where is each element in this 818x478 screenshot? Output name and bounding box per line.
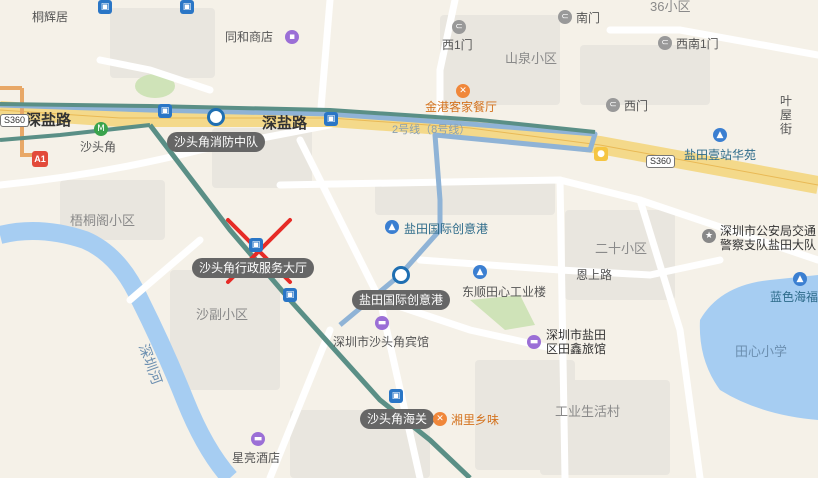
label-tianxin-school: 田心小学 xyxy=(735,344,788,359)
label-enshang: 恩上路 xyxy=(576,268,613,282)
pill-yantian-intl[interactable]: 盐田国际创意港 xyxy=(352,290,451,310)
map-canvas[interactable]: 桐辉居 同和商店 ▪ ⊂ 西1门 ⊂ 南门 36小区 ⊂ 西南1门 山泉小区 ✕… xyxy=(0,0,818,478)
label-tonghuiju: 桐辉居 xyxy=(32,10,69,24)
landmark-icon[interactable]: ▲ xyxy=(473,265,487,279)
bus-icon[interactable]: ▣ xyxy=(283,288,297,302)
hotel-icon[interactable]: ▬ xyxy=(251,432,265,446)
bus-icon[interactable]: ▣ xyxy=(180,0,194,14)
bus-icon[interactable]: ▣ xyxy=(249,238,263,252)
landmark-icon[interactable]: ▲ xyxy=(385,220,399,234)
label-nanmen[interactable]: 南门 xyxy=(576,11,600,25)
gate-icon[interactable]: ⊂ xyxy=(658,36,672,50)
label-xingliang[interactable]: 星亮酒店 xyxy=(232,451,280,465)
food-icon[interactable]: ✕ xyxy=(433,412,447,426)
label-xiangli[interactable]: 湘里乡味 xyxy=(451,413,499,427)
label-ershi: 二十小区 xyxy=(595,241,648,256)
label-wutongge: 梧桐阁小区 xyxy=(70,213,136,228)
bus-icon[interactable]: ▣ xyxy=(389,389,403,403)
label-binguan[interactable]: 深圳市沙头角宾馆 xyxy=(333,335,429,349)
police-icon[interactable]: ★ xyxy=(702,229,716,243)
hotel-icon[interactable]: ▬ xyxy=(527,335,541,349)
label-ximen[interactable]: 西门 xyxy=(624,99,648,113)
label-shanquan: 山泉小区 xyxy=(505,51,558,66)
metro-icon[interactable]: M xyxy=(94,122,108,136)
label-industrial: 工业生活村 xyxy=(555,404,621,419)
road-shenyan-left: 深盐路 xyxy=(26,112,72,129)
label-shafu: 沙副小区 xyxy=(196,307,249,322)
gate-icon[interactable]: ⊂ xyxy=(452,20,466,34)
pill-customs[interactable]: 沙头角海关 xyxy=(360,409,435,429)
bus-icon[interactable]: ▣ xyxy=(98,0,112,14)
road-shenyan-mid: 深盐路 xyxy=(262,115,308,132)
label-jinggang[interactable]: 金港客家餐厅 xyxy=(425,100,497,114)
gate-icon[interactable]: ⊂ xyxy=(606,98,620,112)
s360-shield-right: S360 xyxy=(646,155,676,168)
bus-stop-icon[interactable] xyxy=(392,266,410,284)
bus-stop-icon[interactable] xyxy=(207,108,225,126)
bus-icon[interactable]: ▣ xyxy=(158,104,172,118)
label-xi1men[interactable]: 西1门 xyxy=(442,38,473,52)
pill-admin-hall[interactable]: 沙头角行政服务大厅 xyxy=(192,258,315,278)
s360-shield-left: S360 xyxy=(0,114,30,127)
a1-exit-icon: A1 xyxy=(32,151,48,167)
gate-icon[interactable]: ⊂ xyxy=(558,10,572,24)
label-tonghe-shop[interactable]: 同和商店 xyxy=(225,30,273,44)
map-base-layer xyxy=(0,0,818,478)
label-yewujie: 叶屋街 xyxy=(780,94,793,136)
hotel-icon[interactable]: ▬ xyxy=(375,316,389,330)
traffic-light-icon: ● xyxy=(594,147,608,161)
label-yantian-huayuan[interactable]: 盐田壹站华苑 xyxy=(684,148,756,162)
pill-fire-station[interactable]: 沙头角消防中队 xyxy=(167,132,266,152)
label-xinan1men[interactable]: 西南1门 xyxy=(676,37,719,51)
shop-icon[interactable]: ▪ xyxy=(285,30,299,44)
label-tianxin-hotel[interactable]: 深圳市盐田区田鑫旅馆 xyxy=(546,328,616,356)
label-shatoujiao[interactable]: 沙头角 xyxy=(80,140,116,154)
landmark-icon[interactable]: ▲ xyxy=(713,128,727,142)
bus-icon[interactable]: ▣ xyxy=(324,112,338,126)
label-lanse[interactable]: 蓝色海福 xyxy=(770,290,818,304)
label-yantian-intl[interactable]: 盐田国际创意港 xyxy=(404,222,488,236)
food-icon[interactable]: ✕ xyxy=(456,84,470,98)
landmark-icon[interactable]: ▲ xyxy=(793,272,807,286)
label-dongshun[interactable]: 东顺田心工业楼 xyxy=(462,285,546,299)
label-police[interactable]: 深圳市公安局交通警察支队盐田大队 xyxy=(720,224,818,252)
label-line2: 2号线（8号线） xyxy=(392,124,471,136)
label-36: 36小区 xyxy=(650,0,691,14)
